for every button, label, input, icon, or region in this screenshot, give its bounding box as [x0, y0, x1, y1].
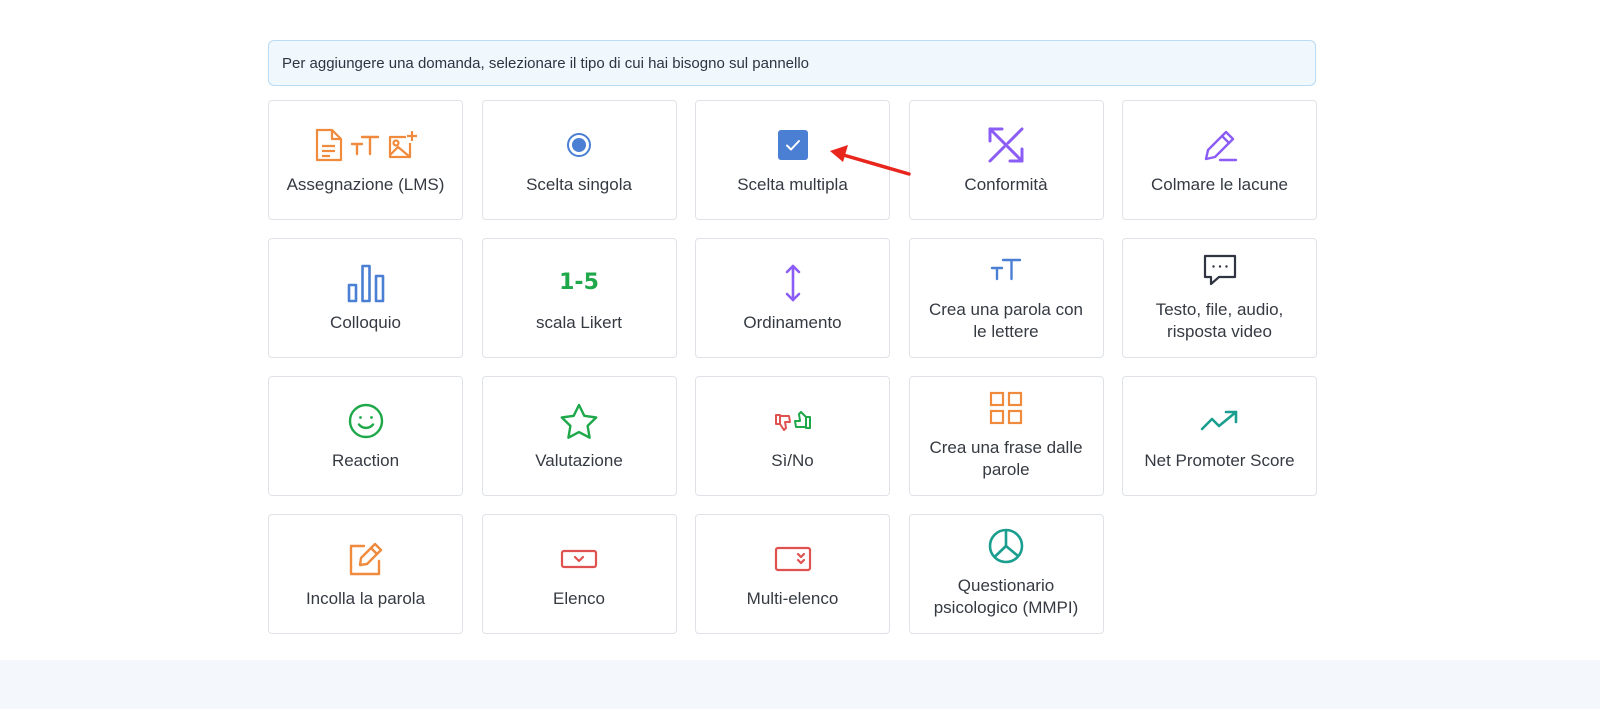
- question-type-text-file-audio-video[interactable]: Testo, file, audio, risposta video: [1122, 238, 1317, 358]
- card-label: Scelta singola: [526, 175, 632, 194]
- card-label: Testo, file, audio, risposta video: [1155, 300, 1284, 341]
- card-label: Questionario psicologico (MMPI): [933, 576, 1079, 617]
- question-type-mmpi[interactable]: Questionario psicologico (MMPI): [908, 514, 1104, 634]
- question-type-reaction[interactable]: Reaction: [268, 376, 463, 496]
- checkbox-icon: [777, 130, 808, 160]
- question-type-single-choice[interactable]: Scelta singola: [481, 100, 677, 220]
- document-icon: [315, 128, 342, 162]
- instruction-banner: Per aggiungere una domanda, selezionare …: [268, 40, 1316, 86]
- question-type-nps[interactable]: Net Promoter Score: [1122, 376, 1317, 496]
- question-type-paste-word[interactable]: Incolla la parola: [268, 514, 463, 634]
- question-type-grid: Assegnazione (LMS) Scelta singola Scelta…: [268, 100, 1317, 634]
- card-label: Crea una frase dalle parole: [929, 438, 1083, 479]
- text-size-icon: [350, 135, 379, 156]
- card-label: Conformità: [964, 175, 1048, 194]
- image-add-icon: [388, 131, 417, 159]
- question-type-likert[interactable]: 1-5 scala Likert: [481, 238, 677, 358]
- question-type-word-from-letters[interactable]: Crea una parola con le lettere: [908, 238, 1104, 358]
- question-type-yes-no[interactable]: Sì/No: [695, 376, 890, 496]
- question-type-ordering[interactable]: Ordinamento: [695, 238, 890, 358]
- page-canvas: Per aggiungere una domanda, selezionare …: [0, 0, 1600, 660]
- multi-dropdown-icon: [774, 546, 811, 572]
- question-type-fill-gaps[interactable]: Colmare le lacune: [1122, 100, 1317, 220]
- card-label: Colloquio: [330, 313, 401, 332]
- arrows-diagonal-icon: [988, 127, 1024, 163]
- question-type-rating[interactable]: Valutazione: [481, 376, 677, 496]
- question-type-multi-list[interactable]: Multi-elenco: [695, 514, 890, 634]
- trending-up-icon: [1200, 410, 1237, 431]
- text-size-icon: [990, 258, 1022, 281]
- card-label: Incolla la parola: [305, 589, 426, 608]
- star-icon: [560, 403, 598, 439]
- arrows-vertical-icon: [785, 264, 800, 302]
- card-label: Elenco: [553, 589, 605, 608]
- card-label: Reaction: [331, 451, 400, 470]
- annotation-arrow: [830, 145, 911, 176]
- page-footer-band: [0, 660, 1600, 709]
- card-label: Ordinamento: [743, 313, 842, 332]
- card-label: Colmare le lacune: [1150, 175, 1288, 194]
- smiley-icon: [348, 403, 383, 439]
- radio-icon: [567, 133, 591, 157]
- question-type-list[interactable]: Elenco: [481, 514, 677, 634]
- bar-chart-icon: [347, 264, 384, 303]
- grid-icon: [989, 391, 1023, 425]
- question-type-sentence-from-words[interactable]: Crea una frase dalle parole: [908, 376, 1104, 496]
- card-label: scala Likert: [536, 313, 622, 332]
- chat-bubble-icon: [1203, 254, 1236, 286]
- question-type-interview[interactable]: Colloquio: [268, 238, 463, 358]
- thumbs-icon: [774, 411, 811, 431]
- likert-scale-icon: 1-5: [559, 270, 599, 295]
- card-label: Assegnazione (LMS): [286, 175, 445, 194]
- edit-icon: [349, 542, 382, 576]
- question-type-matching[interactable]: Conformità: [908, 100, 1104, 220]
- question-type-assignment[interactable]: Assegnazione (LMS): [268, 100, 463, 220]
- card-label: Crea una parola con le lettere: [928, 300, 1084, 341]
- card-label: Valutazione: [535, 451, 623, 470]
- pencil-icon: [1204, 130, 1237, 162]
- card-label: Sì/No: [771, 451, 814, 470]
- card-label: Multi-elenco: [746, 589, 839, 608]
- dropdown-icon: [560, 549, 598, 569]
- pie-chart-icon: [988, 528, 1024, 564]
- card-label: Net Promoter Score: [1144, 451, 1295, 470]
